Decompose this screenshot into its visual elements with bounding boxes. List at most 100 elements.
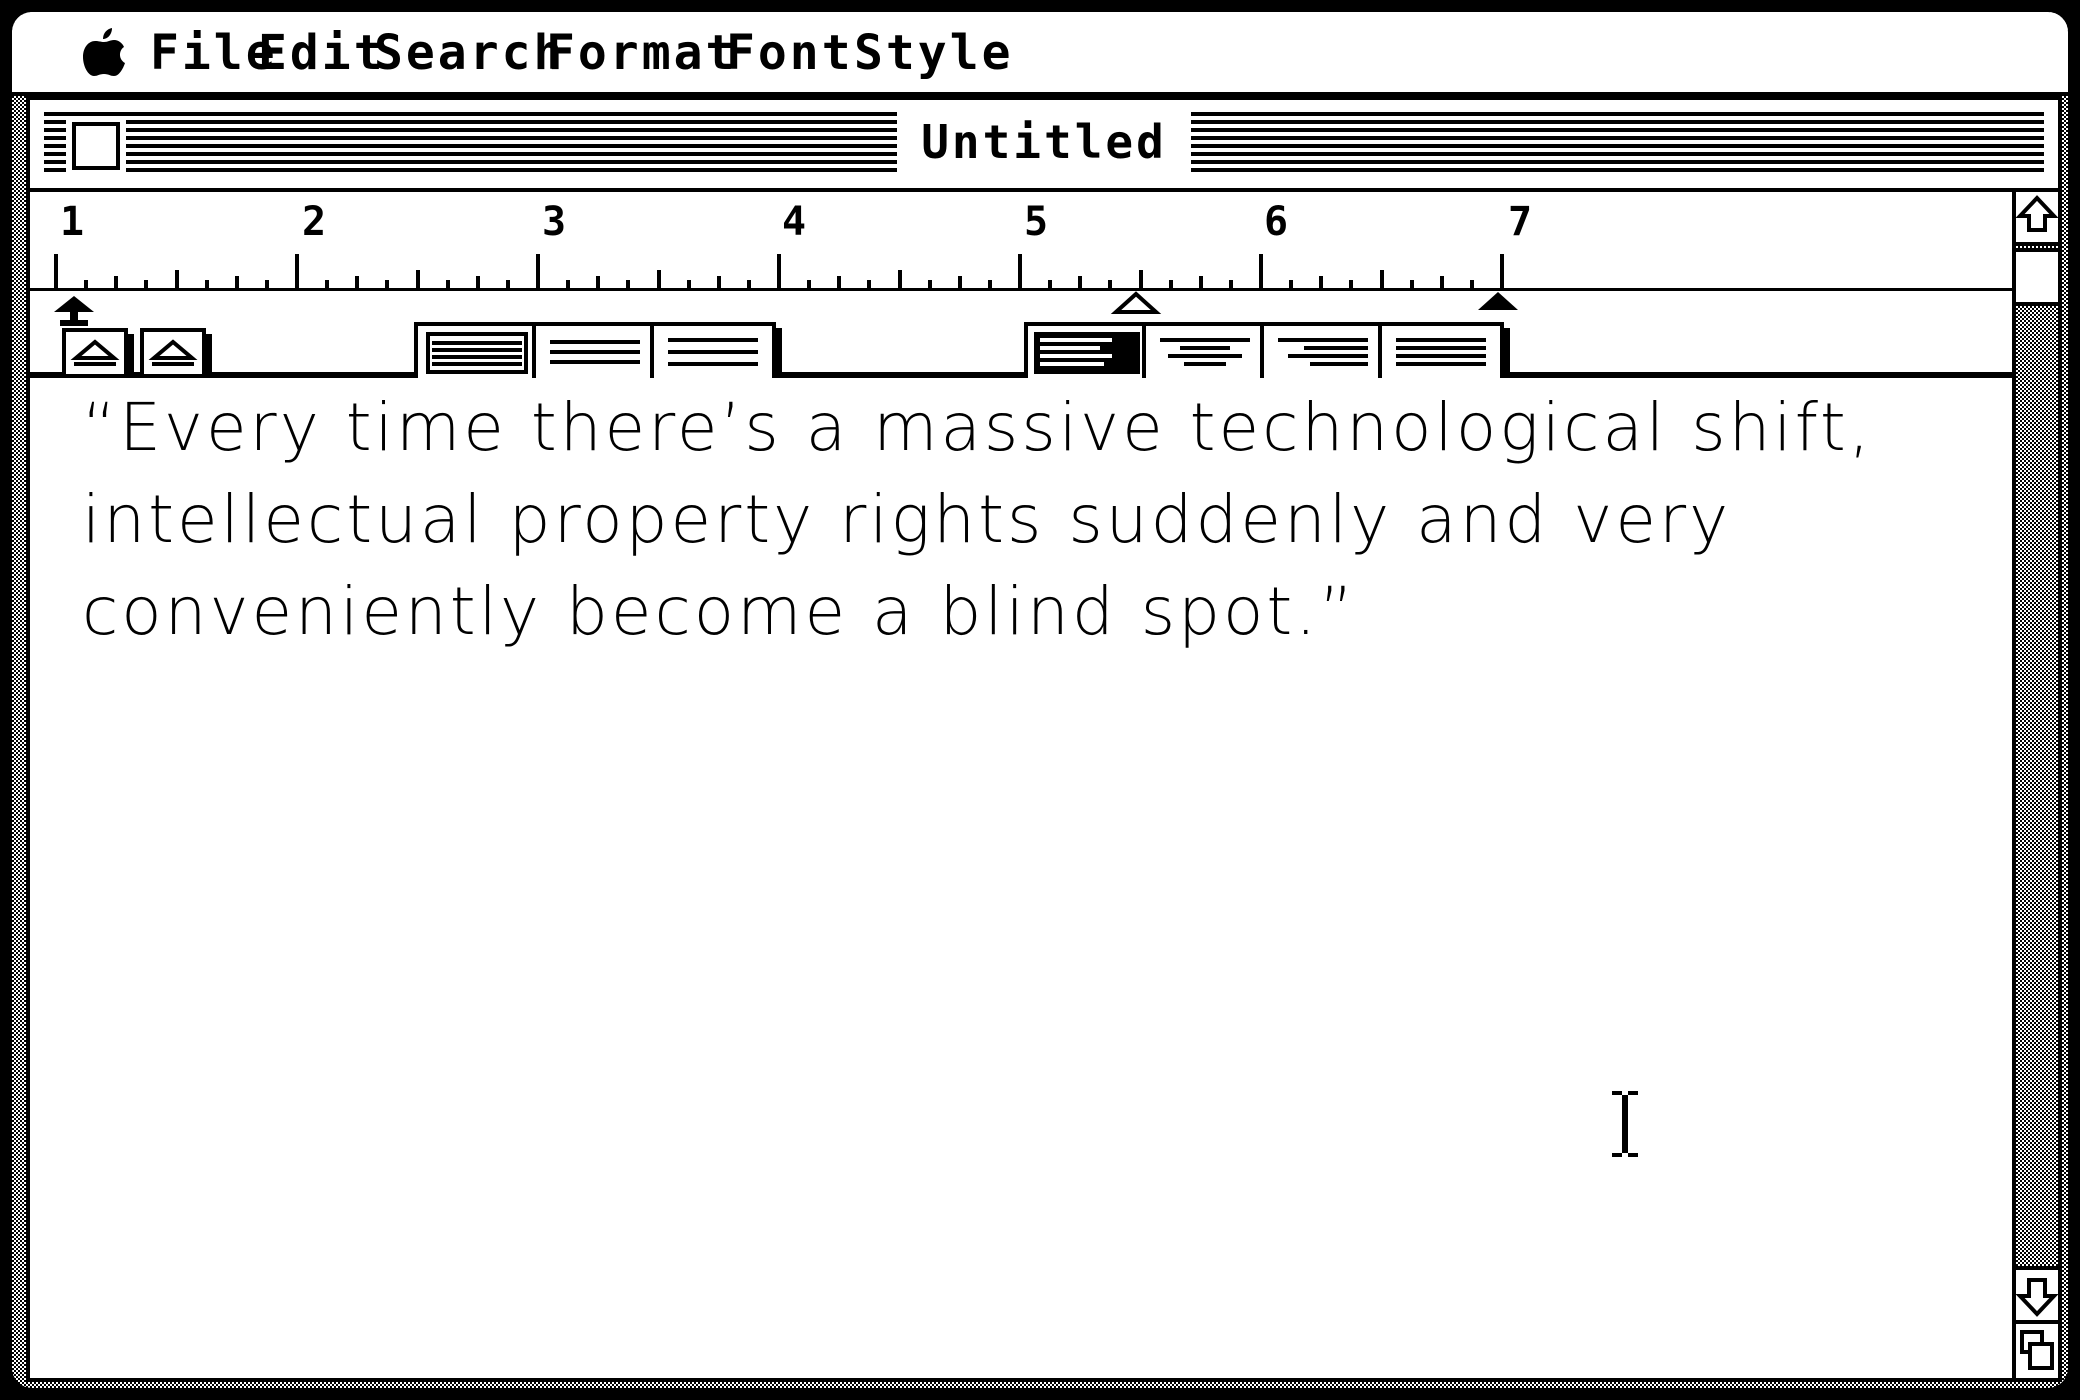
tab-stop-marker[interactable]	[1110, 291, 1162, 314]
double-spacing-button[interactable]	[650, 322, 776, 384]
ruler-tick	[898, 270, 902, 288]
ruler-tick	[928, 280, 932, 288]
align-left-button[interactable]	[1024, 322, 1150, 384]
ruler-tick	[265, 280, 269, 288]
ruler-tick	[1440, 276, 1444, 288]
ruler-tick	[1108, 280, 1112, 288]
ruler-number-7: 7	[1508, 199, 1533, 245]
triangle-icon	[70, 339, 120, 366]
left-indent-marker[interactable]	[54, 296, 94, 326]
screen: File Edit Search Format Font Style Untit…	[0, 0, 2080, 1400]
ruler-tick	[1289, 280, 1293, 288]
grow-box[interactable]	[2016, 1320, 2058, 1378]
ruler-ticks	[30, 254, 2012, 291]
ruler-tick	[476, 276, 480, 288]
ruler-tick	[837, 276, 841, 288]
align-center-icon	[1160, 338, 1250, 366]
menu-format[interactable]: Format	[546, 12, 737, 92]
ruler-tick	[416, 270, 420, 288]
scroll-thumb[interactable]	[2016, 248, 2058, 306]
ruler-scale	[30, 254, 2012, 326]
ruler-tick	[1410, 280, 1414, 288]
ruler-tick	[385, 280, 389, 288]
align-right-button[interactable]	[1260, 322, 1386, 384]
scroll-down-button[interactable]	[2015, 1266, 2059, 1320]
ruler-tick	[506, 280, 510, 288]
menu-bar: File Edit Search Format Font Style	[12, 12, 2068, 96]
one-and-half-spacing-button[interactable]	[532, 322, 658, 384]
document-window: Untitled 1 2 3 4 5 6 7 “Every time there…	[26, 96, 2062, 1382]
align-center-button[interactable]	[1142, 322, 1268, 384]
ruler-number-1: 1	[60, 199, 85, 245]
ruler-tick	[687, 280, 691, 288]
menu-font[interactable]: Font	[726, 12, 854, 92]
ruler-tick	[54, 254, 58, 288]
ruler-tick	[988, 280, 992, 288]
ruler-tick	[747, 280, 751, 288]
ruler-tick	[175, 270, 179, 288]
ruler-tick	[295, 254, 299, 288]
title-bar[interactable]: Untitled	[30, 100, 2058, 192]
ruler-tick	[1199, 276, 1203, 288]
menu-style[interactable]: Style	[854, 12, 1014, 92]
window-title: Untitled	[897, 112, 1191, 172]
apple-icon[interactable]	[82, 26, 126, 78]
right-margin-marker[interactable]	[1478, 292, 1518, 310]
ruler-tick	[1139, 270, 1143, 288]
ruler-tick	[1229, 280, 1233, 288]
ruler-tick	[235, 276, 239, 288]
single-spacing-button[interactable]	[414, 322, 540, 384]
ruler-tick	[325, 280, 329, 288]
ruler-tick	[958, 276, 962, 288]
desktop: File Edit Search Format Font Style Untit…	[12, 12, 2068, 1388]
align-left-icon	[1034, 332, 1140, 374]
justify-icon	[1396, 338, 1486, 366]
ruler-tick	[1259, 254, 1263, 288]
menu-edit[interactable]: Edit	[258, 12, 386, 92]
ruler-tick	[566, 280, 570, 288]
menu-search[interactable]: Search	[374, 12, 565, 92]
ruler-tick	[144, 280, 148, 288]
ruler-number-6: 6	[1264, 199, 1289, 245]
ruler-number-3: 3	[542, 199, 567, 245]
single-spacing-icon	[426, 332, 528, 374]
ruler-tick	[1319, 276, 1323, 288]
ruler-tick	[536, 254, 540, 288]
ruler-tick	[867, 280, 871, 288]
ruler-number-4: 4	[782, 199, 807, 245]
ruler-number-2: 2	[302, 199, 327, 245]
ruler: 1 2 3 4 5 6 7	[30, 192, 2012, 384]
scroll-up-button[interactable]	[2015, 192, 2059, 246]
ruler-tick	[717, 276, 721, 288]
justify-button[interactable]	[1378, 322, 1504, 384]
vertical-scrollbar[interactable]	[2012, 192, 2059, 1378]
left-tab-button[interactable]	[62, 328, 128, 378]
ruler-tick	[657, 270, 661, 288]
ruler-baseline	[30, 288, 2012, 291]
ruler-tick	[355, 276, 359, 288]
ruler-tick	[1048, 280, 1052, 288]
align-right-icon	[1278, 338, 1368, 366]
triangle-icon	[148, 339, 198, 366]
document-area[interactable]: “Every time there’s a massive technologi…	[30, 378, 2012, 1378]
document-text[interactable]: “Every time there’s a massive technologi…	[82, 382, 1962, 658]
ruler-tick	[1169, 280, 1173, 288]
ruler-tick	[114, 276, 118, 288]
up-arrow-icon	[2015, 195, 2059, 232]
double-spacing-icon	[668, 338, 758, 366]
grow-box-icon	[2020, 1330, 2054, 1370]
one-and-half-spacing-icon	[550, 340, 640, 364]
ruler-tick	[84, 280, 88, 288]
ruler-tick	[1470, 280, 1474, 288]
ruler-tick	[1078, 276, 1082, 288]
ruler-tick	[626, 280, 630, 288]
down-arrow-icon	[2015, 1278, 2059, 1317]
decimal-tab-button[interactable]	[140, 328, 206, 378]
ruler-tick	[596, 276, 600, 288]
ruler-tick	[1500, 254, 1504, 288]
ruler-tick	[205, 280, 209, 288]
ruler-tick	[777, 254, 781, 288]
i-beam-cursor-icon	[1612, 1091, 1638, 1157]
ruler-tick	[1349, 280, 1353, 288]
ruler-tick	[807, 280, 811, 288]
